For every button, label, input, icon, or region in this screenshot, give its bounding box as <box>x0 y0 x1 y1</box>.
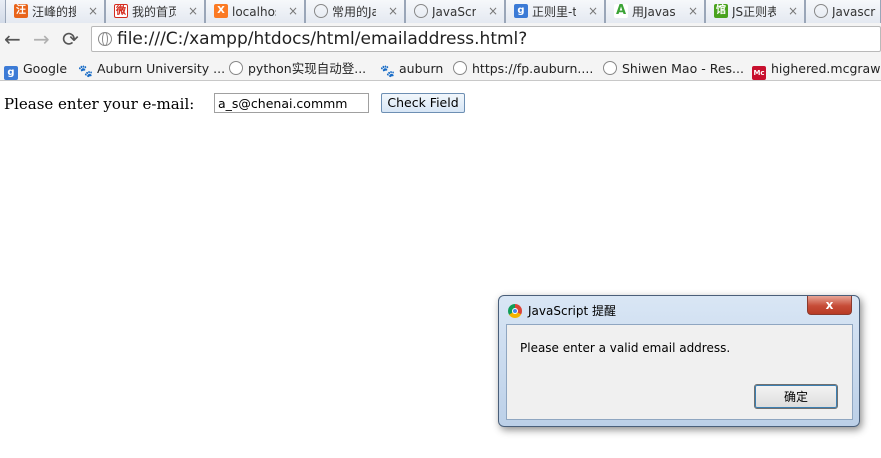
tab-2[interactable]: 微 我的首页 × <box>105 0 205 23</box>
tab-label: 汪峰的搜 <box>32 5 76 19</box>
close-icon[interactable]: × <box>588 3 598 19</box>
url-text[interactable]: file:///C:/xampp/htdocs/html/emailaddres… <box>117 29 527 49</box>
close-icon[interactable]: × <box>388 3 398 19</box>
green-a-icon: A <box>614 3 628 18</box>
dialog-message: Please enter a valid email address. <box>520 341 731 355</box>
close-icon[interactable]: × <box>188 3 198 19</box>
tab-1[interactable]: 汪 汪峰的搜 × <box>5 0 105 23</box>
browser-toolbar: ← → ⟳ file:///C:/xampp/htdocs/html/email… <box>0 23 881 56</box>
xampp-icon: X <box>214 4 228 18</box>
tab-label: Javascrip <box>832 5 876 19</box>
tab-6[interactable]: g 正则里-t × <box>505 0 605 23</box>
bookmark-auburn-university[interactable]: 🐾 Auburn University ... <box>78 60 226 78</box>
bookmark-label: python实现自动登... <box>248 61 367 76</box>
paw-icon: 🐾 <box>78 64 93 78</box>
tab-7[interactable]: A 用Javasc × <box>605 0 705 23</box>
globe-icon <box>229 61 243 75</box>
tab-9[interactable]: Javascrip <box>805 0 881 23</box>
orange-site-icon: 汪 <box>14 4 28 18</box>
tab-label: 用Javasc <box>632 5 676 19</box>
close-icon[interactable]: × <box>488 3 498 19</box>
tab-8[interactable]: 馆 JS正则表 × <box>705 0 805 23</box>
close-icon[interactable]: × <box>788 3 798 19</box>
bookmark-label: https://fp.auburn.... <box>472 61 594 76</box>
tab-label: JavaScrip <box>432 5 476 19</box>
email-prompt-label: Please enter your e-mail: <box>4 95 195 113</box>
globe-icon <box>814 4 828 18</box>
back-arrow-icon[interactable]: ← <box>4 28 21 50</box>
address-bar[interactable]: file:///C:/xampp/htdocs/html/emailaddres… <box>91 26 881 52</box>
google-icon: g <box>4 66 18 80</box>
page-info-icon[interactable] <box>98 32 112 46</box>
bookmarks-bar: g Google 🐾 Auburn University ... python实现自… <box>0 56 881 81</box>
bookmark-python[interactable]: python实现自动登... <box>229 60 366 77</box>
email-input[interactable] <box>214 93 369 113</box>
google-icon: g <box>514 4 528 18</box>
close-icon[interactable]: × <box>688 3 698 19</box>
tab-label: 我的首页 <box>132 5 176 19</box>
bookmark-fp-auburn[interactable]: https://fp.auburn.... <box>453 60 593 77</box>
bookmark-mcgraw[interactable]: Mc highered.mcgraw-... <box>752 60 881 80</box>
green-site-icon: 馆 <box>714 4 728 18</box>
tab-label: JS正则表 <box>732 5 776 19</box>
chrome-icon <box>508 304 522 318</box>
javascript-alert-dialog: JavaScript 提醒 x Please enter a valid ema… <box>498 295 860 427</box>
dialog-title: JavaScript 提醒 <box>528 304 616 318</box>
tab-5[interactable]: JavaScrip × <box>405 0 505 23</box>
bookmark-label: Shiwen Mao - Res... <box>622 61 744 76</box>
mcgraw-icon: Mc <box>752 66 766 80</box>
dialog-close-button[interactable]: x <box>807 296 852 315</box>
bookmark-label: auburn <box>399 61 444 76</box>
dialog-body: Please enter a valid email address. 确定 <box>506 324 853 420</box>
reload-icon[interactable]: ⟳ <box>62 28 79 50</box>
ok-button[interactable]: 确定 <box>754 384 838 409</box>
tab-4[interactable]: 常用的Ja × <box>305 0 405 23</box>
check-field-button[interactable]: Check Field <box>381 93 465 113</box>
bookmark-label: Google <box>23 61 68 76</box>
tab-3[interactable]: X localhos × <box>205 0 305 23</box>
globe-icon <box>314 4 328 18</box>
globe-icon <box>603 61 617 75</box>
close-icon[interactable]: × <box>288 3 298 19</box>
forward-arrow-icon[interactable]: → <box>33 28 50 50</box>
tab-label: localhos <box>232 5 276 19</box>
weibo-icon: 微 <box>114 4 128 18</box>
tab-label: 正则里-t <box>532 5 576 19</box>
bookmark-google[interactable]: g Google <box>4 60 68 80</box>
bookmark-auburn[interactable]: 🐾 auburn <box>380 60 444 78</box>
bookmark-label: Auburn University ... <box>97 61 226 76</box>
bookmark-label: highered.mcgraw-... <box>771 61 881 76</box>
close-icon[interactable]: × <box>88 3 98 19</box>
globe-icon <box>453 61 467 75</box>
tab-label: 常用的Ja <box>332 5 376 19</box>
bookmark-shiwen-mao[interactable]: Shiwen Mao - Res... <box>603 60 744 77</box>
tab-strip: 汪 汪峰的搜 × 微 我的首页 × X localhos × 常用的Ja × J… <box>0 0 881 23</box>
globe-icon <box>414 4 428 18</box>
paw-icon: 🐾 <box>380 64 395 78</box>
